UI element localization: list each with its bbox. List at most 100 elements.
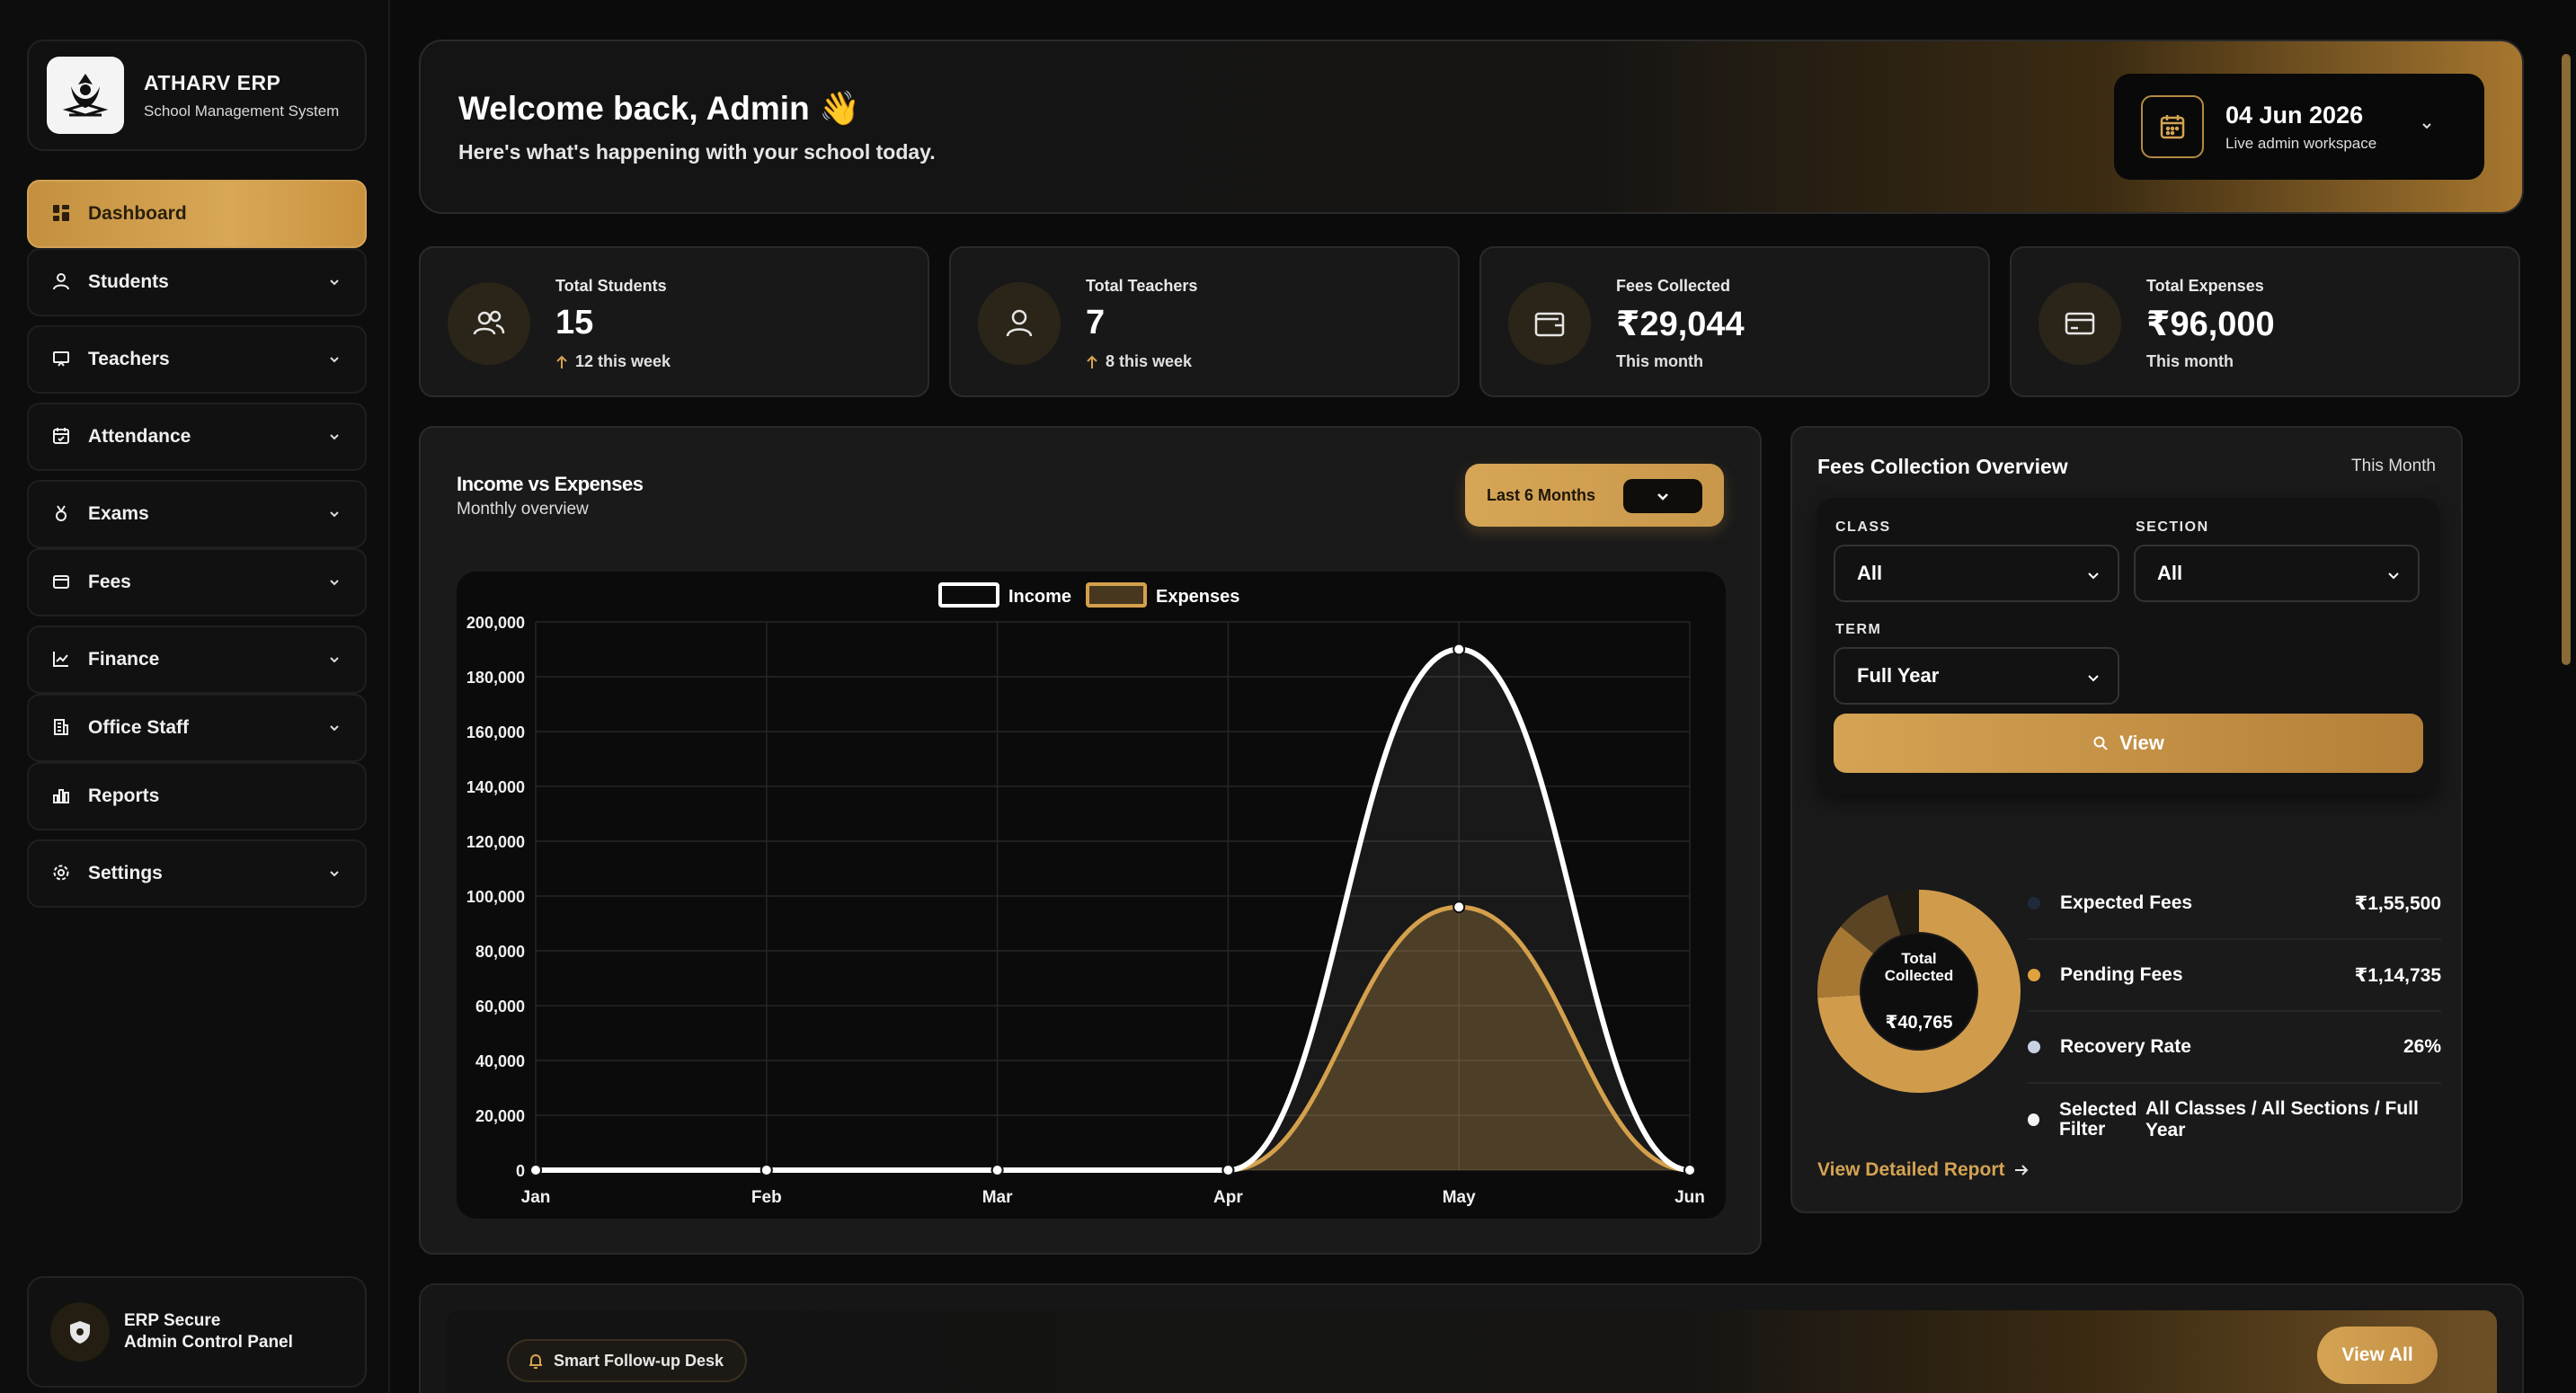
- fees-filter-box: CLASS All SECTION All TERM Full Year Vie…: [1817, 498, 2439, 794]
- sidebar-item-label: Attendance: [88, 426, 191, 447]
- section-select[interactable]: All: [2134, 545, 2420, 602]
- erp-secure-card: ERP Secure Admin Control Panel: [27, 1276, 367, 1388]
- legend-expenses-swatch: [1086, 582, 1147, 608]
- section-select-value: All: [2157, 562, 2183, 584]
- legend-label: Recovery Rate: [2060, 1036, 2191, 1057]
- chevron-down-icon: [2385, 566, 2402, 590]
- x-tick-label: May: [1443, 1188, 1476, 1207]
- view-detailed-report-link[interactable]: View Detailed Report: [1817, 1159, 2029, 1181]
- sidebar-item-teachers[interactable]: Teachers: [27, 325, 367, 394]
- gear-icon: [52, 864, 72, 883]
- view-button-label: View: [2119, 732, 2164, 754]
- stat-card-fees-collected[interactable]: Fees Collected ₹29,044 This month: [1479, 246, 1990, 397]
- income-expenses-panel: Income vs Expenses Monthly overview Last…: [419, 426, 1762, 1255]
- donut-center-value: ₹40,765: [1885, 1012, 1953, 1033]
- y-tick-label: 80,000: [475, 943, 525, 961]
- page-scrollbar[interactable]: [2562, 54, 2571, 665]
- view-button[interactable]: View: [1834, 714, 2423, 773]
- followup-section: Smart Follow-up Desk View All: [419, 1283, 2524, 1393]
- class-label: CLASS: [1835, 519, 1891, 535]
- stat-label: Total Expenses: [2146, 277, 2264, 295]
- chevron-down-icon: [1657, 493, 1668, 501]
- term-label: TERM: [1835, 622, 1882, 637]
- sidebar-item-label: Office Staff: [88, 717, 190, 738]
- sidebar-item-students[interactable]: Students: [27, 248, 367, 316]
- section-label: SECTION: [2136, 519, 2209, 535]
- y-tick-label: 200,000: [466, 614, 525, 632]
- smart-followup-badge[interactable]: Smart Follow-up Desk: [507, 1339, 748, 1382]
- y-tick-label: 180,000: [466, 669, 525, 687]
- stat-note: This month: [2146, 352, 2234, 371]
- view-all-button[interactable]: View All: [2317, 1326, 2438, 1384]
- sidebar-item-settings[interactable]: Settings: [27, 839, 367, 908]
- legend-value: ₹1,14,735: [2354, 964, 2441, 986]
- stat-note: 8 this week: [1086, 352, 1192, 371]
- shield-icon: [50, 1302, 110, 1362]
- stat-card-total-teachers[interactable]: Total Teachers 7 8 this week: [949, 246, 1460, 397]
- sidebar-item-attendance[interactable]: Attendance: [27, 403, 367, 471]
- chevron-down-icon: [327, 866, 342, 881]
- stat-note-text: 8 this week: [1106, 352, 1193, 370]
- legend-recovery-rate: Recovery Rate 26%: [2028, 1012, 2441, 1084]
- x-tick-label: Jun: [1674, 1188, 1705, 1207]
- fees-donut: Total Collected ₹40,765: [1816, 888, 2022, 1095]
- credit-card-icon: [2039, 282, 2121, 365]
- brand-card[interactable]: ATHARV ERP School Management System: [27, 40, 367, 151]
- stat-note: This month: [1616, 352, 1703, 371]
- sidebar-item-reports[interactable]: Reports: [27, 762, 367, 830]
- medal-icon: [52, 504, 72, 524]
- expenses-area: [536, 907, 1690, 1170]
- stat-label: Total Teachers: [1086, 277, 1198, 295]
- secure-line-2: Admin Control Panel: [124, 1333, 293, 1352]
- bell-icon: [529, 1353, 542, 1369]
- stat-card-total-expenses[interactable]: Total Expenses ₹96,000 This month: [2010, 246, 2520, 397]
- y-tick-label: 0: [516, 1162, 525, 1180]
- class-select-value: All: [1857, 562, 1883, 584]
- stat-card-total-students[interactable]: Total Students 15 12 this week: [419, 246, 929, 397]
- x-tick-label: Mar: [982, 1188, 1013, 1207]
- sidebar-item-label: Reports: [88, 785, 160, 806]
- chart-area: 0 20,000 40,000 60,000 80,000 100,000 120,000 1…: [457, 572, 1726, 1219]
- term-select[interactable]: Full Year: [1834, 647, 2119, 705]
- legend-value: 26%: [2403, 1036, 2441, 1057]
- range-select-toggle[interactable]: [1623, 479, 1702, 513]
- legend-dot: [2028, 1114, 2040, 1126]
- stat-note: 12 this week: [555, 352, 671, 371]
- sidebar-item-exams[interactable]: Exams: [27, 480, 367, 548]
- wallet-icon: [1508, 282, 1591, 365]
- sidebar-item-label: Fees: [88, 572, 131, 592]
- chevron-down-icon: [327, 652, 342, 667]
- x-tick-label: Feb: [751, 1188, 782, 1207]
- stat-value: 7: [1086, 304, 1106, 342]
- chart-subtitle: Monthly overview: [457, 500, 589, 519]
- sidebar-item-finance[interactable]: Finance: [27, 626, 367, 694]
- stat-label: Fees Collected: [1616, 277, 1731, 295]
- chevron-down-icon: [2085, 669, 2101, 692]
- chevron-down-icon: [327, 275, 342, 289]
- arrow-right-icon: [2014, 1165, 2028, 1176]
- sidebar-item-fees[interactable]: Fees: [27, 548, 367, 617]
- income-expenses-chart: 0 20,000 40,000 60,000 80,000 100,000 120,000 1…: [466, 582, 1705, 1207]
- legend-value: ₹1,55,500: [2354, 892, 2441, 914]
- legend-expenses-label: Expenses: [1156, 587, 1239, 607]
- donut-center-label: Total Collected: [1884, 949, 1954, 984]
- expenses-point: [990, 1164, 1004, 1176]
- x-tick-label: Jan: [521, 1188, 551, 1207]
- legend-dot: [2028, 1041, 2040, 1053]
- chevron-down-icon: [2420, 119, 2434, 138]
- chart-title: Income vs Expenses: [457, 473, 644, 495]
- legend-income-swatch: [938, 582, 999, 608]
- range-dropdown[interactable]: Last 6 Months: [1465, 464, 1724, 527]
- fees-panel-period: This Month: [2351, 457, 2436, 475]
- legend-label: Pending Fees: [2060, 964, 2183, 985]
- y-tick-label: 160,000: [466, 723, 525, 741]
- sidebar-item-office-staff[interactable]: Office Staff: [27, 694, 367, 762]
- search-icon: [2093, 736, 2108, 750]
- stat-note-text: This month: [1616, 352, 1703, 370]
- stat-value: ₹96,000: [2146, 306, 2275, 343]
- date-picker[interactable]: 04 Jun 2026 Live admin workspace: [2114, 74, 2484, 180]
- sidebar-item-dashboard[interactable]: Dashboard: [27, 180, 367, 248]
- user-icon: [52, 272, 72, 292]
- class-select[interactable]: All: [1834, 545, 2119, 602]
- date-value: 04 Jun 2026: [2225, 101, 2364, 129]
